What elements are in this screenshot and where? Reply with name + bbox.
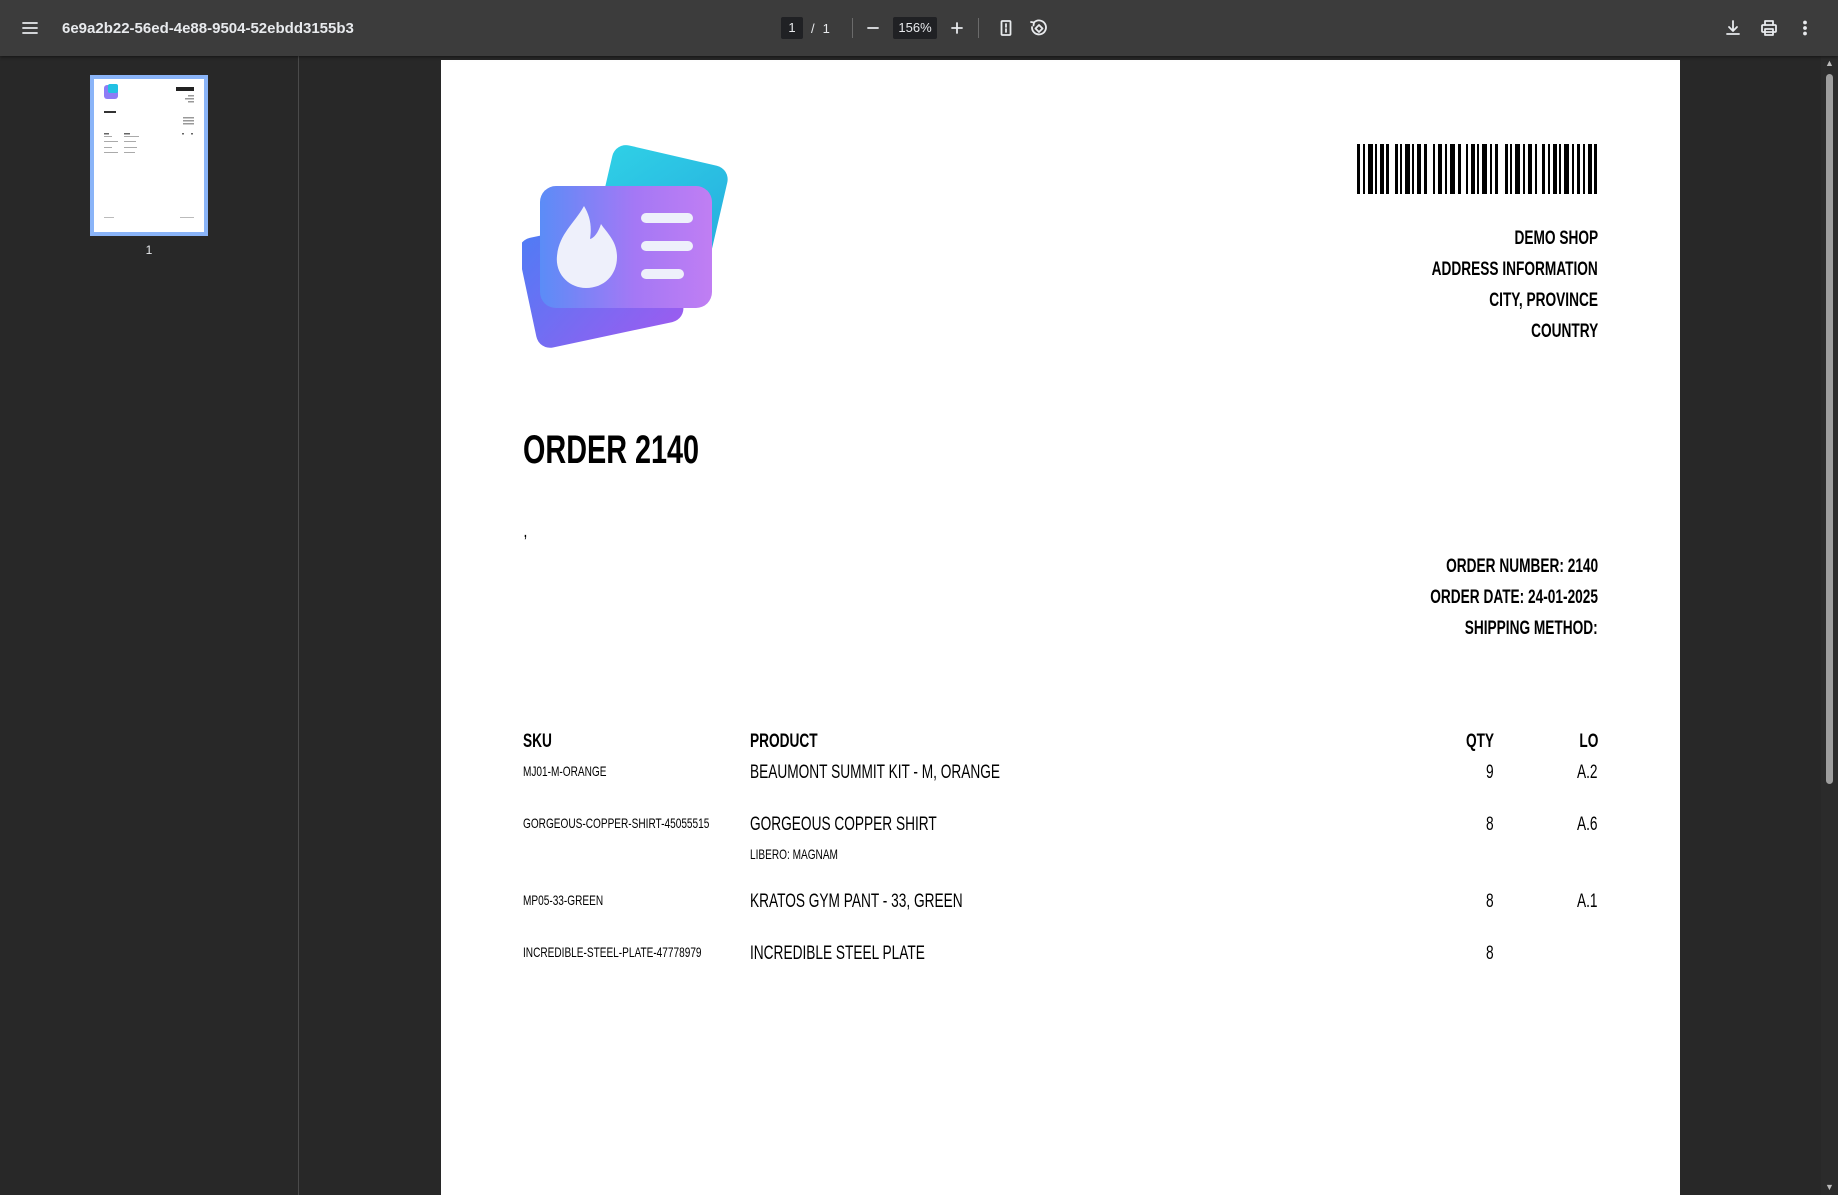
zoom-level-input[interactable]: 156% — [893, 17, 937, 39]
thumbnail-page-number: 1 — [145, 243, 153, 257]
pdf-page: DEMO SHOP ADDRESS INFORMATION CITY, PROV… — [441, 60, 1680, 1195]
row-qty: 8 — [1486, 943, 1494, 964]
row-product: GORGEOUS COPPER SHIRT — [750, 814, 937, 835]
print-icon[interactable] — [1753, 12, 1785, 44]
row-qty: 9 — [1486, 762, 1494, 783]
row-product: KRATOS GYM PANT - 33, GREEN — [750, 891, 963, 912]
zoom-out-icon[interactable] — [857, 12, 889, 44]
column-header-qty: QTY — [1465, 731, 1494, 752]
order-title: ORDER 2140 — [523, 428, 700, 472]
row-sku: INCREDIBLE-STEEL-PLATE-47778979 — [523, 944, 702, 960]
row-product-option: LIBERO: MAGNAM — [750, 846, 838, 862]
scroll-up-icon[interactable]: ▲ — [1825, 59, 1834, 68]
row-location: A.1 — [1577, 891, 1598, 912]
row-location: A.2 — [1577, 762, 1598, 783]
scroll-down-icon[interactable]: ▼ — [1825, 1183, 1834, 1192]
thumbnail-sidebar: 1 — [0, 56, 299, 1195]
toolbar-divider — [852, 18, 853, 38]
row-qty: 8 — [1486, 891, 1494, 912]
column-header-location: LO — [1578, 731, 1598, 752]
row-product: BEAUMONT SUMMIT KIT - M, ORANGE — [750, 762, 1001, 783]
row-product: INCREDIBLE STEEL PLATE — [750, 943, 925, 964]
shop-country: COUNTRY — [1530, 321, 1598, 342]
page-thumbnail[interactable] — [90, 75, 208, 236]
shop-name: DEMO SHOP — [1514, 228, 1598, 249]
order-barcode — [1357, 144, 1597, 194]
customer-address-line: , — [524, 524, 527, 540]
document-title: 6e9a2b22-56ed-4e88-9504-52ebdd3155b3 — [62, 19, 354, 37]
more-options-icon[interactable] — [1789, 12, 1821, 44]
scrollbar-thumb[interactable] — [1826, 74, 1833, 784]
page-total: 1 — [822, 20, 830, 36]
row-location: A.6 — [1577, 814, 1598, 835]
rotate-icon[interactable] — [1022, 12, 1054, 44]
row-sku: MP05-33-GREEN — [523, 892, 604, 908]
document-viewer[interactable]: DEMO SHOP ADDRESS INFORMATION CITY, PROV… — [300, 56, 1838, 1195]
download-icon[interactable] — [1717, 12, 1749, 44]
row-sku: MJ01-M-ORANGE — [523, 763, 607, 779]
pdf-toolbar: 6e9a2b22-56ed-4e88-9504-52ebdd3155b3 1 /… — [0, 0, 1838, 56]
order-number: ORDER NUMBER: 2140 — [1445, 556, 1598, 577]
shop-address: ADDRESS INFORMATION — [1431, 259, 1598, 280]
shop-city: CITY, PROVINCE — [1489, 290, 1598, 311]
column-header-product: PRODUCT — [750, 731, 818, 752]
vertical-scrollbar[interactable]: ▲ ▼ — [1821, 56, 1838, 1195]
shop-logo — [522, 145, 728, 348]
menu-icon[interactable] — [14, 12, 46, 44]
fit-page-icon[interactable] — [990, 12, 1022, 44]
order-date: ORDER DATE: 24-01-2025 — [1430, 587, 1598, 608]
shipping-method: SHIPPING METHOD: — [1464, 618, 1598, 639]
toolbar-divider — [978, 18, 979, 38]
page-separator: / — [811, 20, 815, 36]
row-sku: GORGEOUS-COPPER-SHIRT-45055515 — [523, 815, 710, 831]
row-qty: 8 — [1486, 814, 1494, 835]
zoom-in-icon[interactable] — [941, 12, 973, 44]
page-thumbnail-preview — [104, 84, 194, 218]
column-header-sku: SKU — [523, 731, 552, 752]
page-number-input[interactable]: 1 — [781, 17, 803, 39]
